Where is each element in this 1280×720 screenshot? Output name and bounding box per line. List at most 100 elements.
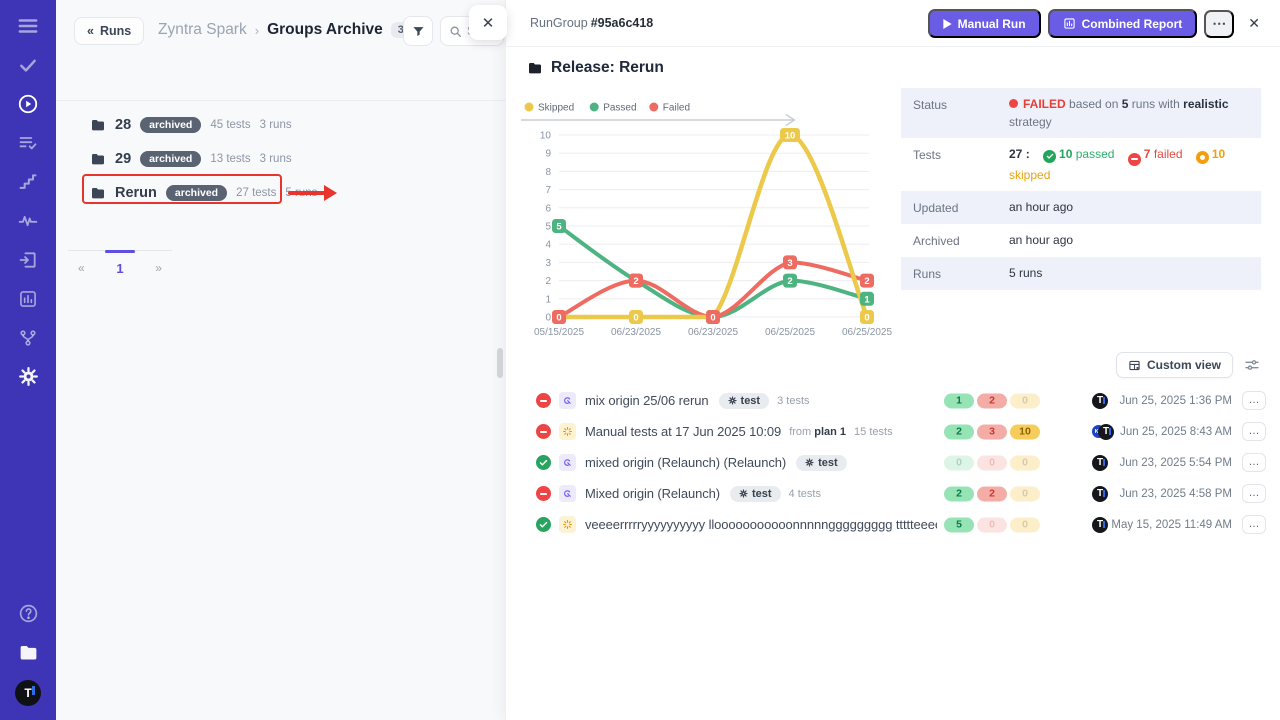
breadcrumb-project[interactable]: Zyntra Spark [158,21,247,39]
folder-name: 29 [115,151,131,167]
line-chart-svg: SkippedPassedFailed01234567891005/15/202… [515,95,900,343]
app-sidebar: T [0,0,56,720]
folder-row[interactable]: 29 archived 13 tests 3 runs [56,142,505,176]
back-to-runs-button[interactable]: « Runs [74,17,144,45]
svg-text:3: 3 [787,258,792,269]
test-plans-icon[interactable] [16,131,40,154]
pagination-page-1[interactable]: 1 [116,261,123,276]
hamburger-menu-icon[interactable] [16,14,40,37]
steps-icon[interactable] [16,170,40,193]
rungroup-detail-panel: RunGroup#95a6c418 Manual Run Combined Re… [505,0,1280,720]
passed-count-badge: 1 [944,393,974,408]
run-result-badges: 1 2 0 [944,393,1040,408]
release-title: Release: Rerun [551,59,664,77]
view-settings-sliders-icon[interactable] [1244,357,1260,373]
svg-text:4: 4 [545,240,551,251]
rungroup-info-table: Status FAILED based on 5 runs with reali… [901,88,1261,290]
runs-list: mix origin 25/06 rerun test 3 tests 1 2 … [506,385,1280,540]
svg-text:Failed: Failed [663,103,690,114]
run-row[interactable]: mix origin 25/06 rerun test 3 tests 1 2 … [506,385,1280,416]
folder-list: 28 archived 45 tests 3 runs 29 archived … [56,108,505,210]
skipped-count-badge: 0 [1010,455,1040,470]
pulse-icon[interactable] [16,209,40,232]
svg-text:9: 9 [545,149,551,160]
analytics-icon[interactable] [16,287,40,310]
run-more-button[interactable]: … [1242,453,1266,472]
svg-text:06/25/2025: 06/25/2025 [765,327,815,338]
user-avatar[interactable]: T [15,680,41,706]
run-more-button[interactable]: … [1242,484,1266,503]
avatar-t: T [1092,517,1108,533]
skipped-count-badge: 0 [1010,486,1040,501]
folder-row[interactable]: Rerun archived 27 tests 5 runs [56,176,505,210]
run-more-button[interactable]: … [1242,515,1266,534]
runs-play-icon[interactable] [16,92,40,115]
svg-text:0: 0 [633,313,638,324]
run-failed-icon [536,393,551,408]
run-result-badges: 5 0 0 [944,517,1040,532]
pagination-next-button[interactable]: » [155,261,162,276]
passed-count-badge: 2 [944,424,974,439]
funnel-icon [411,24,426,39]
automated-run-icon [559,392,576,409]
run-row[interactable]: Manual tests at 17 Jun 2025 10:09 from p… [506,416,1280,447]
run-avatars: T [1092,486,1108,502]
info-row-runs: Runs 5 runs [901,257,1261,290]
pagination-prev-button[interactable]: « [78,261,85,276]
checkmark-icon[interactable] [16,53,40,76]
projects-folder-icon[interactable] [16,641,40,664]
avatar-t: T [1092,393,1108,409]
branch-icon[interactable] [16,326,40,349]
runs-list-panel: « Runs Zyntra Spark › Groups Archive 3 S… [56,0,505,720]
svg-text:2: 2 [787,276,792,287]
folder-tests-count: 45 tests [210,119,250,131]
breadcrumb-separator: › [255,23,259,38]
test-tag-pill: test [730,486,781,502]
run-row[interactable]: mixed origin (Relaunch) (Relaunch) test … [506,447,1280,478]
manual-run-icon [559,423,576,440]
info-row-tests: Tests 27 : 10 passed 7 failed 10 skipped [901,138,1261,191]
combined-report-button[interactable]: Combined Report [1048,9,1198,38]
panel-close-button[interactable]: ✕ [469,5,507,40]
plan-link[interactable]: plan 1 [814,426,846,438]
folder-tests-count: 13 tests [210,153,250,165]
chevrons-left-icon: « [87,24,94,38]
folder-icon [90,185,106,201]
passed-check-icon [1043,150,1056,163]
run-failed-icon [536,486,551,501]
run-failed-icon [536,424,551,439]
header-more-button[interactable]: ⋯ [1204,10,1234,38]
archived-badge: archived [140,151,201,167]
import-icon[interactable] [16,248,40,271]
run-name: Manual tests at 17 Jun 2025 10:09 [585,424,781,439]
manual-run-button[interactable]: Manual Run [928,9,1041,38]
failed-count-badge: 0 [977,517,1007,532]
skipped-count-badge: 0 [1010,517,1040,532]
run-more-button[interactable]: … [1242,391,1266,410]
avatar-t: T [1092,486,1108,502]
run-name: mixed origin (Relaunch) (Relaunch) [585,455,786,470]
filter-button[interactable] [403,16,433,46]
folder-row[interactable]: 28 archived 45 tests 3 runs [56,108,505,142]
svg-text:1: 1 [545,294,551,305]
help-icon[interactable] [16,602,40,625]
run-more-button[interactable]: … [1242,422,1266,441]
panel-scrollbar[interactable] [497,348,503,378]
run-passed-icon [536,455,551,470]
run-name: mix origin 25/06 rerun [585,393,709,408]
detail-close-button[interactable]: ✕ [1244,11,1264,36]
run-tests-count: 15 tests [854,426,893,438]
run-tests-count: 4 tests [789,488,821,500]
run-row[interactable]: veeeerrrrryyyyyyyyyy llooooooooooonnnnng… [506,509,1280,540]
runs-trend-chart: SkippedPassedFailed01234567891005/15/202… [515,95,900,343]
svg-text:0: 0 [710,313,715,324]
settings-gear-icon[interactable] [16,365,40,388]
svg-text:06/23/2025: 06/23/2025 [611,327,661,338]
passed-count-badge: 0 [944,455,974,470]
test-tag-pill: test [719,393,770,409]
run-row[interactable]: Mixed origin (Relaunch) test 4 tests 2 2… [506,478,1280,509]
folder-runs-count: 3 runs [260,153,292,165]
table-view-icon [1128,359,1141,372]
automated-run-icon [559,485,576,502]
custom-view-button[interactable]: Custom view [1116,352,1233,378]
